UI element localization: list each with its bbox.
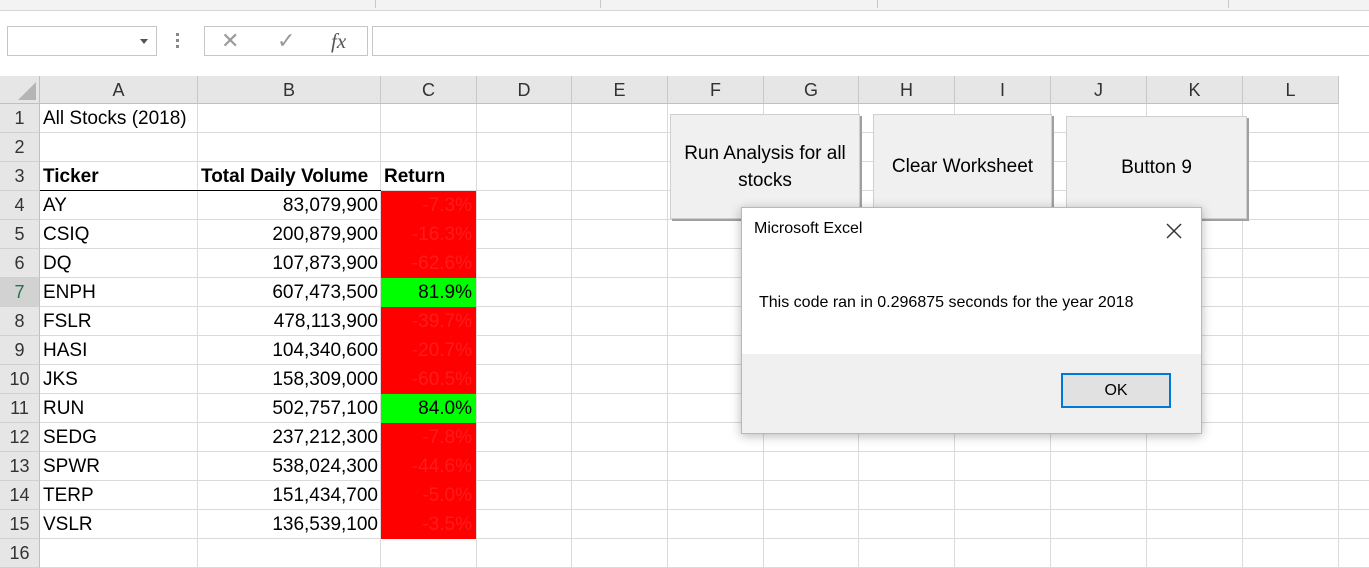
cell-ticker[interactable]: AY: [40, 191, 198, 220]
ribbon-strip: [0, 0, 1369, 11]
cell-volume[interactable]: 107,873,900: [198, 249, 381, 278]
message-dialog: Microsoft Excel This code ran in 0.29687…: [741, 207, 1202, 434]
cell-ticker[interactable]: VSLR: [40, 510, 198, 539]
cell-header-return[interactable]: Return: [381, 162, 477, 191]
button-9[interactable]: Button 9: [1066, 116, 1247, 219]
column-header-f[interactable]: F: [668, 76, 764, 104]
ok-label: OK: [1104, 381, 1128, 399]
cell-header-ticker[interactable]: Ticker: [40, 162, 198, 191]
cell-volume[interactable]: 104,340,600: [198, 336, 381, 365]
cell-volume[interactable]: 151,434,700: [198, 481, 381, 510]
cell-ticker[interactable]: RUN: [40, 394, 198, 423]
function-icon[interactable]: fx: [331, 29, 346, 54]
column-header-g[interactable]: G: [764, 76, 859, 104]
cell-volume[interactable]: 83,079,900: [198, 191, 381, 220]
cancel-icon[interactable]: ✕: [221, 28, 239, 54]
row-header-11[interactable]: 11: [0, 394, 40, 423]
row-header-12[interactable]: 12: [0, 423, 40, 452]
formula-input[interactable]: [372, 26, 1369, 56]
cell-return[interactable]: -7.3%: [381, 191, 476, 220]
close-icon[interactable]: [1160, 217, 1188, 245]
cell-ticker[interactable]: ENPH: [40, 278, 198, 307]
row-header-10[interactable]: 10: [0, 365, 40, 394]
column-header-d[interactable]: D: [477, 76, 572, 104]
column-header-a[interactable]: A: [40, 76, 198, 104]
cell-return[interactable]: -62.6%: [381, 249, 476, 278]
column-header-i[interactable]: I: [955, 76, 1051, 104]
dropdown-icon[interactable]: [140, 39, 148, 44]
gridline: [571, 104, 572, 568]
ribbon-separator: [375, 0, 376, 8]
row-header-2[interactable]: 2: [0, 133, 40, 162]
cell-ticker[interactable]: CSIQ: [40, 220, 198, 249]
cell-volume[interactable]: 237,212,300: [198, 423, 381, 452]
row-header-8[interactable]: 8: [0, 307, 40, 336]
cell-return[interactable]: -20.7%: [381, 336, 476, 365]
row-header-9[interactable]: 9: [0, 336, 40, 365]
cell-volume[interactable]: 478,113,900: [198, 307, 381, 336]
dialog-footer: OK: [742, 354, 1201, 433]
column-header-b[interactable]: B: [198, 76, 381, 104]
dialog-message: This code ran in 0.296875 seconds for th…: [759, 294, 1134, 311]
cell-a1-title[interactable]: All Stocks (2018): [40, 104, 340, 133]
row-header-3[interactable]: 3: [0, 162, 40, 191]
dialog-title: Microsoft Excel: [754, 220, 863, 237]
cell-return[interactable]: -39.7%: [381, 307, 476, 336]
ok-button[interactable]: OK: [1061, 373, 1171, 408]
cell-ticker[interactable]: SPWR: [40, 452, 198, 481]
cell-return[interactable]: -7.8%: [381, 423, 476, 452]
cell-ticker[interactable]: TERP: [40, 481, 198, 510]
ribbon-separator: [600, 0, 601, 8]
clear-worksheet-button[interactable]: Clear Worksheet: [873, 114, 1052, 219]
column-header-l[interactable]: L: [1243, 76, 1339, 104]
cell-volume[interactable]: 200,879,900: [198, 220, 381, 249]
cell-return[interactable]: 81.9%: [381, 278, 476, 307]
gridline: [1338, 104, 1339, 568]
column-header-e[interactable]: E: [572, 76, 668, 104]
more-options-icon[interactable]: [176, 33, 180, 49]
row-header-5[interactable]: 5: [0, 220, 40, 249]
cell-ticker[interactable]: JKS: [40, 365, 198, 394]
clear-worksheet-label: Clear Worksheet: [891, 156, 1034, 177]
row-header-13[interactable]: 13: [0, 452, 40, 481]
cell-volume[interactable]: 502,757,100: [198, 394, 381, 423]
cell-return[interactable]: -16.3%: [381, 220, 476, 249]
run-analysis-label: Run Analysis for all stocks: [684, 142, 846, 191]
cell-volume[interactable]: 158,309,000: [198, 365, 381, 394]
cell-ticker[interactable]: SEDG: [40, 423, 198, 452]
button-9-label: Button 9: [1121, 157, 1192, 178]
cell-header-volume[interactable]: Total Daily Volume: [198, 162, 381, 191]
column-header-c[interactable]: C: [381, 76, 477, 104]
column-header-k[interactable]: K: [1147, 76, 1243, 104]
ribbon-separator: [1228, 0, 1229, 8]
cell-return[interactable]: -3.5%: [381, 510, 476, 539]
cell-return[interactable]: -44.6%: [381, 452, 476, 481]
cell-return[interactable]: -60.5%: [381, 365, 476, 394]
row-header-4[interactable]: 4: [0, 191, 40, 220]
cell-return[interactable]: -5.0%: [381, 481, 476, 510]
cell-volume[interactable]: 538,024,300: [198, 452, 381, 481]
ribbon-separator: [877, 0, 878, 8]
cell-volume[interactable]: 607,473,500: [198, 278, 381, 307]
formula-controls: ✕ ✓ fx: [204, 26, 368, 56]
name-box[interactable]: [7, 26, 157, 56]
cell-ticker[interactable]: FSLR: [40, 307, 198, 336]
cell-return[interactable]: 84.0%: [381, 394, 476, 423]
cell-volume[interactable]: 136,539,100: [198, 510, 381, 539]
row-header-16[interactable]: 16: [0, 539, 40, 568]
row-header-7[interactable]: 7: [0, 278, 40, 307]
run-analysis-button[interactable]: Run Analysis for all stocks: [670, 114, 860, 219]
column-header-j[interactable]: J: [1051, 76, 1147, 104]
cell-ticker[interactable]: HASI: [40, 336, 198, 365]
select-all-corner[interactable]: [0, 76, 40, 104]
enter-icon[interactable]: ✓: [277, 28, 295, 54]
row-header-1[interactable]: 1: [0, 104, 40, 133]
gridline: [667, 104, 668, 568]
column-header-h[interactable]: H: [859, 76, 955, 104]
row-header-6[interactable]: 6: [0, 249, 40, 278]
formula-bar: ✕ ✓ fx: [0, 11, 1369, 75]
cell-ticker[interactable]: DQ: [40, 249, 198, 278]
row-header-15[interactable]: 15: [0, 510, 40, 539]
row-header-14[interactable]: 14: [0, 481, 40, 510]
